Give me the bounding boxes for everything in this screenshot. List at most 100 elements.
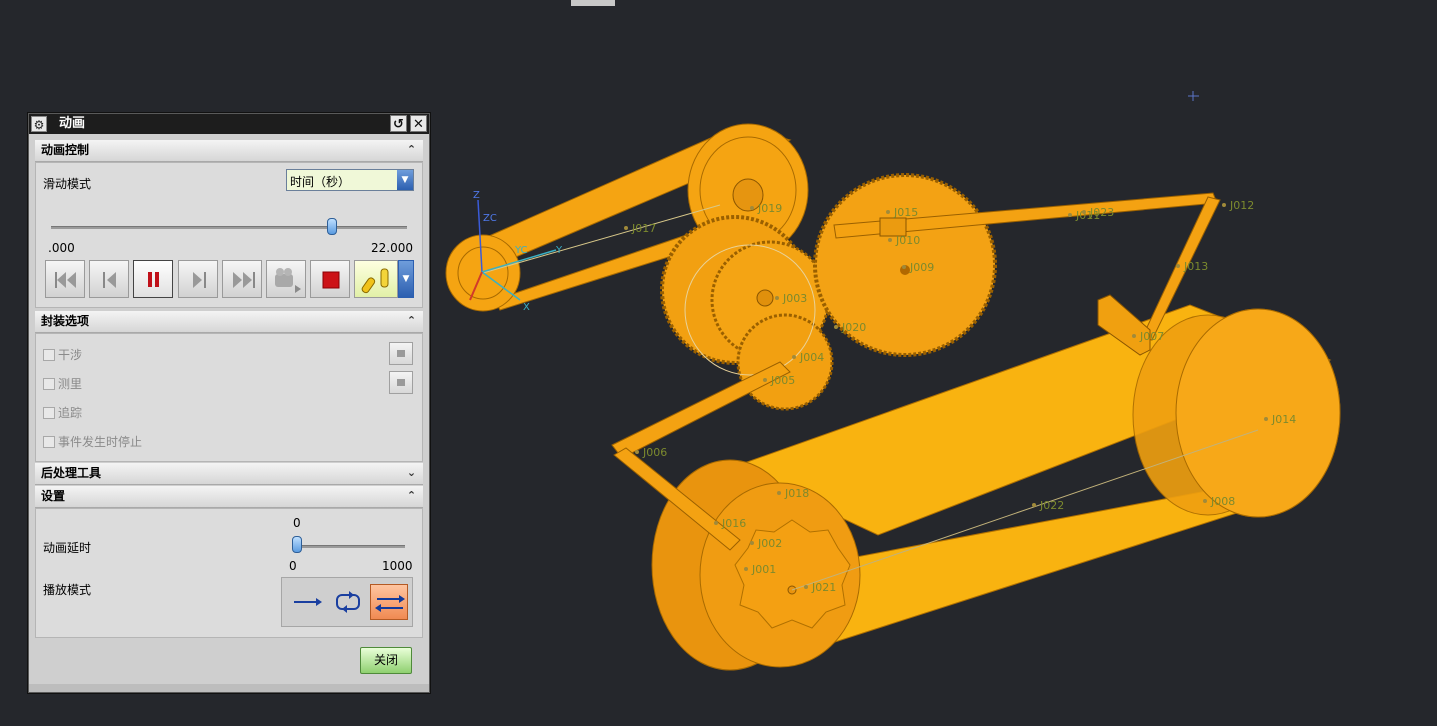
play-once-button[interactable] (288, 584, 326, 620)
option-label: 事件发生时停止 (58, 435, 143, 449)
stop-button[interactable] (310, 260, 350, 298)
joint-marker[interactable] (714, 521, 718, 525)
joint-label: J009 (909, 261, 934, 274)
option-interference[interactable]: 干涉 (43, 346, 82, 363)
joint-marker[interactable] (1082, 210, 1086, 214)
step-forward-button[interactable] (178, 260, 218, 298)
checkbox[interactable] (43, 436, 55, 448)
dialog-titlebar: ⚙ 动画 ↺ ✕ (29, 114, 429, 134)
option-trace[interactable]: 追踪 (43, 404, 82, 421)
joint-label: J014 (1271, 413, 1296, 426)
joint-label: J012 (1229, 199, 1254, 212)
joint-marker[interactable] (834, 325, 838, 329)
section-packaging-options[interactable]: 封装选项 ⌃ (35, 311, 423, 333)
fast-forward-button[interactable] (222, 260, 262, 298)
joint-label: J005 (770, 374, 795, 387)
joint-marker[interactable] (624, 226, 628, 230)
joint-marker[interactable] (804, 585, 808, 589)
joint-marker[interactable] (1203, 499, 1207, 503)
checkbox[interactable] (43, 407, 55, 419)
joint-label: J001 (751, 563, 776, 576)
joint-marker[interactable] (1068, 213, 1072, 217)
checkbox[interactable] (43, 349, 55, 361)
time-slider-thumb[interactable] (327, 218, 338, 235)
joint-label: J010 (895, 234, 920, 247)
joint-marker[interactable] (1222, 203, 1226, 207)
joint-marker[interactable] (763, 378, 767, 382)
joint-marker[interactable] (1176, 264, 1180, 268)
joint-label: J007 (1139, 330, 1164, 343)
delay-slider-thumb[interactable] (292, 536, 302, 553)
joint-marker[interactable] (1132, 334, 1136, 338)
joint-label: J019 (757, 202, 782, 215)
delay-min-label: 0 (289, 559, 297, 573)
chevron-down-icon[interactable]: ⌄ (403, 465, 420, 481)
option-label: 追踪 (58, 406, 83, 420)
time-max-label: 22.000 (371, 241, 413, 255)
option-label: 干涉 (58, 348, 83, 362)
chevron-up-icon[interactable]: ⌃ (403, 142, 420, 158)
joint-label: J008 (1210, 495, 1235, 508)
joint-marker[interactable] (886, 210, 890, 214)
interference-settings-button[interactable] (389, 342, 413, 365)
pause-icon (148, 272, 159, 287)
chevron-up-icon[interactable]: ⌃ (403, 313, 420, 329)
joint-marker[interactable] (1264, 417, 1268, 421)
joint-label: J015 (893, 206, 918, 219)
checkbox[interactable] (43, 378, 55, 390)
reset-icon[interactable]: ↺ (390, 115, 407, 132)
section-title: 后处理工具 (41, 466, 102, 480)
link-bar-lower (611, 361, 791, 459)
delay-value: 0 (293, 516, 301, 530)
section-animation-control[interactable]: 动画控制 ⌃ (35, 140, 423, 162)
joint-label: J021 (811, 581, 836, 594)
delay-slider-track[interactable] (295, 545, 405, 548)
joint-label: J020 (841, 321, 866, 334)
joint-label: J017 (631, 222, 656, 235)
measure-settings-button[interactable] (389, 371, 413, 394)
slide-mode-select[interactable]: 时间（秒） ▼ (286, 169, 414, 191)
joint-marker[interactable] (1032, 503, 1036, 507)
joint-marker[interactable] (750, 206, 754, 210)
svg-text:Y: Y (555, 245, 563, 256)
loop-icon (336, 591, 360, 613)
joint-marker[interactable] (744, 567, 748, 571)
joint-label: J018 (784, 487, 809, 500)
close-button[interactable]: 关闭 (360, 647, 412, 674)
joint-marker[interactable] (777, 491, 781, 495)
section-title: 动画控制 (41, 143, 90, 157)
camera-icon (275, 268, 301, 293)
animation-dialog: ⚙ 动画 ↺ ✕ 动画控制 ⌃ 滑动模式 时间（秒） ▼ .000 22.000… (28, 113, 430, 693)
step-back-button[interactable] (89, 260, 129, 298)
gear-icon[interactable]: ⚙ (31, 116, 47, 132)
step-back-icon (103, 272, 116, 288)
crosshair-icon (1188, 91, 1199, 101)
link-tool-icon (361, 268, 389, 294)
section-postprocess-tools[interactable]: 后处理工具 ⌄ (35, 463, 423, 485)
play-loop-button[interactable] (329, 584, 367, 620)
joint-marker[interactable] (902, 265, 906, 269)
close-icon[interactable]: ✕ (410, 115, 427, 132)
rewind-to-start-button[interactable] (45, 260, 85, 298)
joint-marker[interactable] (635, 450, 639, 454)
joint-marker[interactable] (775, 296, 779, 300)
joint-label: J023 (1089, 206, 1114, 219)
option-measure[interactable]: 测里 (43, 375, 82, 392)
chevron-up-icon[interactable]: ⌃ (403, 488, 420, 504)
play-pingpong-button[interactable] (370, 584, 408, 620)
stop-icon (322, 271, 340, 289)
svg-text:YC: YC (514, 245, 528, 256)
joint-label: J004 (799, 351, 824, 364)
swap-arrows-icon (375, 595, 405, 612)
record-button[interactable] (266, 260, 306, 298)
time-slider-track[interactable] (51, 226, 407, 229)
option-stop-on-event[interactable]: 事件发生时停止 (43, 433, 142, 450)
export-animation-button[interactable] (354, 260, 398, 298)
chevron-down-icon[interactable]: ▼ (397, 170, 413, 190)
export-dropdown-chevron-down-icon[interactable]: ▼ (398, 260, 414, 298)
joint-marker[interactable] (792, 355, 796, 359)
joint-marker[interactable] (750, 541, 754, 545)
joint-marker[interactable] (888, 238, 892, 242)
section-settings[interactable]: 设置 ⌃ (35, 486, 423, 508)
pause-button[interactable] (133, 260, 173, 298)
